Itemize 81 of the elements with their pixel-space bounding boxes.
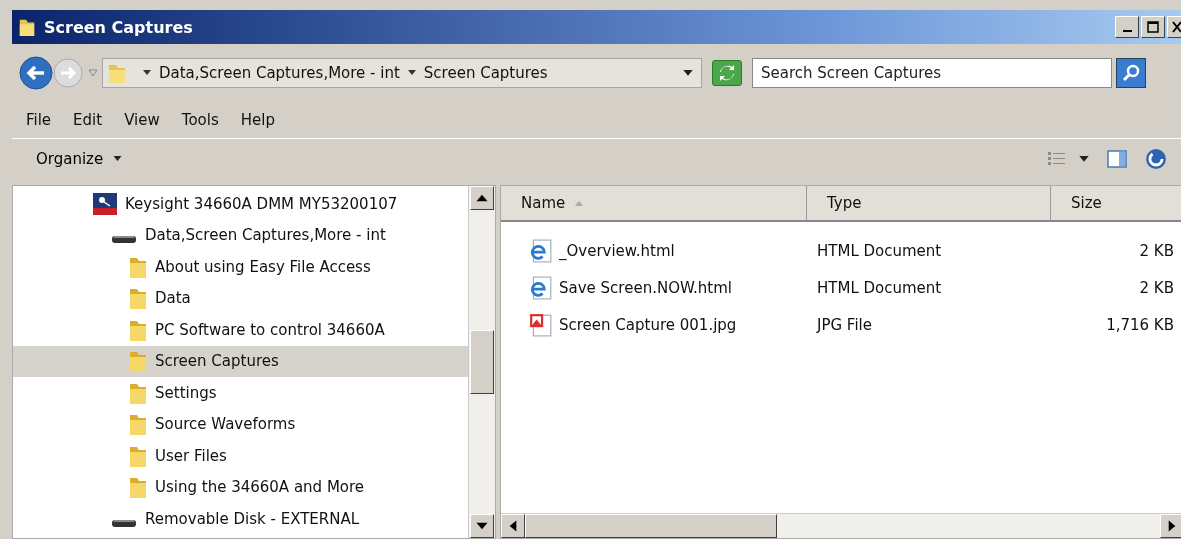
tree-label: Source Waveforms: [155, 415, 296, 434]
minimize-icon: [1122, 30, 1132, 32]
tree-item[interactable]: Using the 34660A and More: [13, 471, 468, 503]
vertical-scrollbar[interactable]: [468, 186, 495, 538]
tree-item[interactable]: About using Easy File Access: [13, 251, 468, 283]
tree-item[interactable]: Settings: [13, 377, 468, 409]
refresh-icon: [717, 63, 737, 83]
menu-item[interactable]: Tools: [181, 111, 219, 129]
menu-item[interactable]: Help: [240, 111, 275, 129]
search-field[interactable]: Search Screen Captures: [752, 58, 1112, 88]
file-size: 1,716 KB: [1105, 315, 1175, 334]
column-header[interactable]: Type: [807, 186, 1051, 222]
menu-item[interactable]: View: [124, 111, 160, 129]
address-bar[interactable]: Data,Screen Captures,More - int Screen Captures: [102, 58, 702, 88]
tree-label: User Files: [155, 446, 227, 465]
device-icon: [93, 192, 117, 215]
tree-label: Screen Captures: [155, 352, 279, 371]
scroll-right-icon[interactable]: [1160, 514, 1181, 538]
back-button[interactable]: [18, 55, 54, 91]
column-header[interactable]: Size: [1051, 186, 1181, 222]
file-name[interactable]: _Overview.html: [559, 241, 675, 260]
tree-label: About using Easy File Access: [155, 257, 371, 276]
tree-item[interactable]: PC Software to control 34660A: [13, 314, 468, 346]
breadcrumb-arrow-icon[interactable]: [143, 70, 151, 76]
folder-icon: [129, 349, 147, 374]
drive-icon: [111, 234, 137, 245]
file-type: JPG File: [815, 315, 873, 334]
tree-label: Keysight 34660A DMM MY53200107: [125, 194, 398, 213]
dropdown-arrow-icon[interactable]: [1079, 155, 1089, 163]
scroll-left-icon[interactable]: [501, 514, 525, 538]
breadcrumb[interactable]: Screen Captures: [423, 64, 548, 82]
menu-item[interactable]: Edit: [73, 111, 103, 129]
web-document-icon: [529, 238, 553, 263]
folder-icon: [129, 475, 147, 500]
menu-item[interactable]: File: [26, 111, 52, 129]
file-type: HTML Document: [816, 278, 943, 297]
image-file-icon: [529, 312, 553, 337]
breadcrumb-arrow-icon[interactable]: [407, 70, 416, 76]
tree-item[interactable]: Screen Captures: [13, 345, 468, 377]
web-document-icon: [529, 275, 553, 300]
file-name[interactable]: Screen Capture 001.jpg: [559, 315, 737, 334]
caret-icon: [113, 156, 123, 162]
refresh-button[interactable]: [712, 60, 742, 86]
tree-item[interactable]: Source Waveforms: [13, 408, 468, 440]
tree-label: Data,Screen Captures,More - int: [145, 226, 386, 245]
close-icon: [1171, 20, 1181, 34]
column-header[interactable]: Name: [501, 186, 807, 222]
tree-label: PC Software to control 34660A: [155, 320, 385, 339]
horizontal-scrollbar[interactable]: [501, 513, 1181, 538]
search-button[interactable]: [1116, 58, 1146, 88]
tree-label: Data: [155, 289, 191, 308]
tree-item[interactable]: Keysight 34660A DMM MY53200107: [13, 188, 468, 220]
scroll-thumb[interactable]: [525, 514, 777, 538]
dropdown-arrow-icon[interactable]: [683, 69, 693, 77]
breadcrumb[interactable]: Data,Screen Captures,More - int: [159, 64, 400, 82]
tree-item[interactable]: Removable Disk - EXTERNAL: [13, 503, 468, 535]
file-size: 2 KB: [1138, 241, 1175, 260]
preview-pane-icon[interactable]: [1107, 150, 1127, 168]
tree-item[interactable]: Data: [13, 282, 468, 314]
sort-arrow-icon: [575, 200, 584, 206]
tree-label: Removable Disk - EXTERNAL: [145, 509, 360, 528]
minimize-button[interactable]: [1115, 16, 1139, 38]
tree-label: Settings: [155, 383, 217, 402]
close-button[interactable]: [1167, 16, 1181, 38]
scroll-up-icon[interactable]: [470, 186, 494, 210]
folder-icon: [129, 286, 147, 311]
tree-label: Using the 34660A and More: [155, 478, 365, 497]
tree-item[interactable]: User Files: [13, 440, 468, 472]
search-icon: [1121, 63, 1141, 83]
tree-item[interactable]: Data,Screen Captures,More - int: [13, 219, 468, 251]
scroll-thumb[interactable]: [470, 330, 494, 394]
organize-button[interactable]: Organize: [32, 148, 127, 170]
file-size: 2 KB: [1138, 278, 1175, 297]
folder-icon: [129, 412, 147, 437]
maximize-icon: [1146, 20, 1160, 34]
maximize-button[interactable]: [1141, 16, 1165, 38]
scroll-down-icon[interactable]: [470, 514, 494, 538]
drive-icon: [111, 517, 137, 528]
window-title: Screen Captures: [44, 17, 193, 37]
file-type: HTML Document: [816, 241, 943, 260]
file-name[interactable]: Save Screen.NOW.html: [559, 278, 732, 297]
